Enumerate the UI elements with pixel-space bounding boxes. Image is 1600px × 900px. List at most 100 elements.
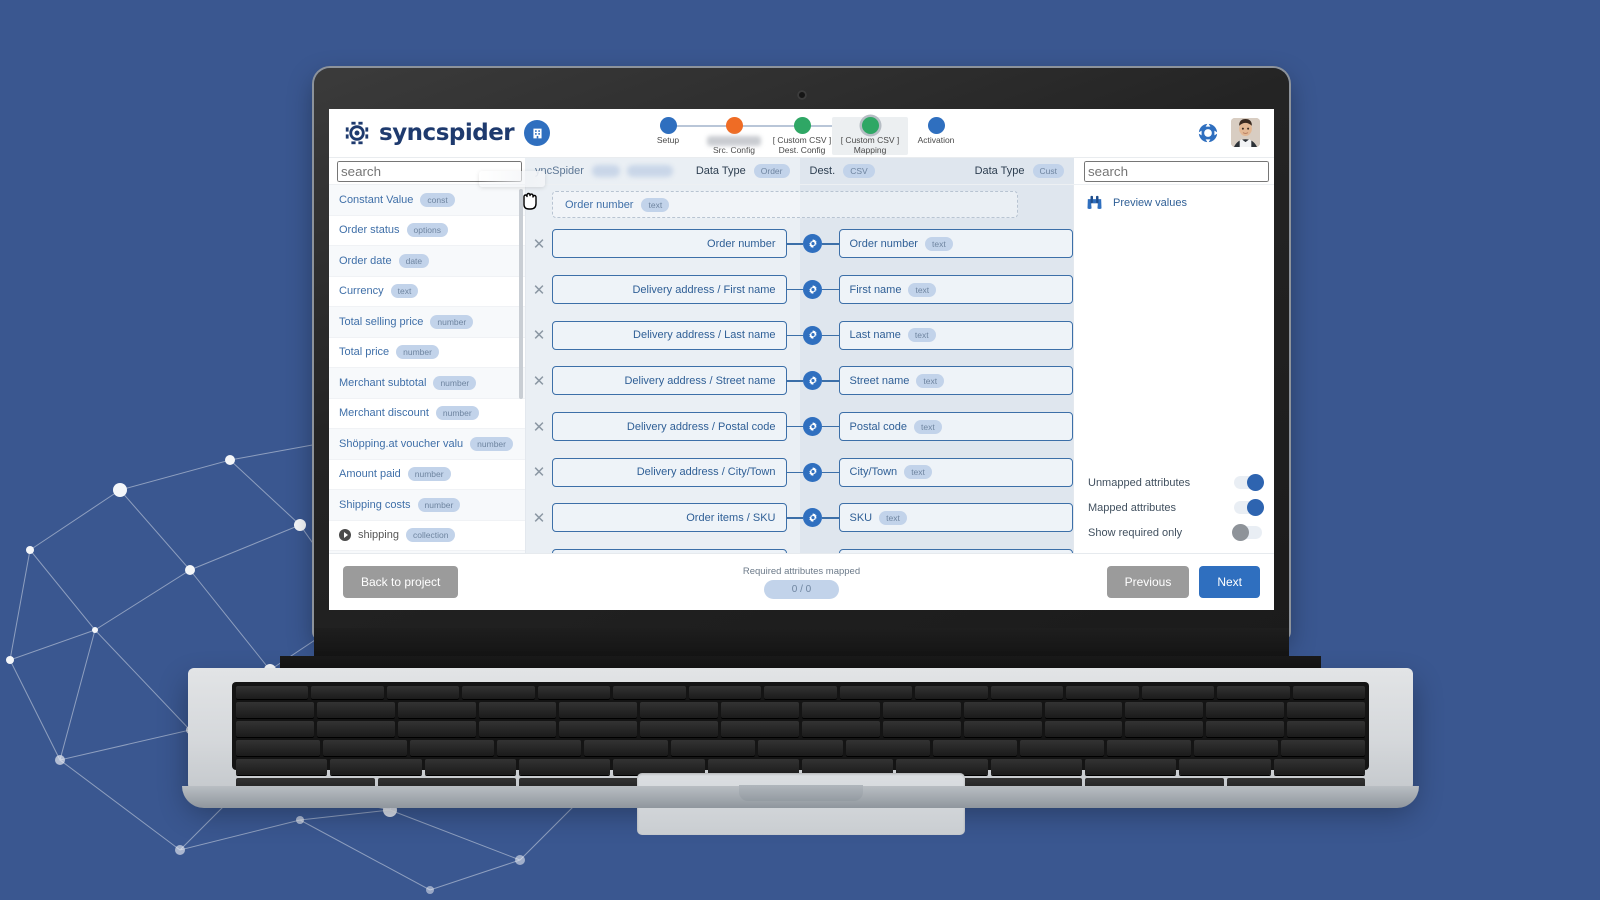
- source-field-box[interactable]: Order items / SKU: [552, 503, 787, 533]
- dest-field-box[interactable]: SKU text: [838, 503, 1073, 533]
- dest-field-box[interactable]: Order number text: [838, 229, 1073, 259]
- toggle-switch[interactable]: [1232, 524, 1262, 541]
- attribute-type-badge: number: [435, 406, 479, 421]
- right-search-row[interactable]: [1074, 160, 1274, 182]
- source-attribute-row[interactable]: Payment costsnumber: [329, 551, 525, 553]
- dest-field-box[interactable]: First name text: [838, 275, 1073, 305]
- keyboard-key: [316, 721, 395, 737]
- remove-mapping-button[interactable]: ✕: [526, 326, 552, 344]
- step-dest-config[interactable]: [ Custom CSV ] Dest. Config: [764, 117, 840, 155]
- source-field-box[interactable]: Order number: [552, 229, 787, 259]
- step-mapping[interactable]: [ Custom CSV ] Mapping: [832, 117, 908, 155]
- next-button[interactable]: Next: [1199, 566, 1260, 598]
- source-attribute-row[interactable]: Order date date: [329, 246, 525, 277]
- toggle-switch[interactable]: [1234, 499, 1264, 516]
- workflow-stepper: Setup [ Shopping.at ] Src. Config: [640, 113, 954, 157]
- source-field-box[interactable]: Delivery address / City/Town: [552, 457, 787, 487]
- attribute-name: Order date: [339, 254, 392, 267]
- remove-mapping-button[interactable]: ✕: [526, 281, 552, 299]
- attribute-name: Total selling price: [339, 315, 424, 328]
- step-src-config[interactable]: [ Shopping.at ] Src. Config: [696, 117, 772, 155]
- step-label-bottom: Dest. Config: [778, 144, 826, 155]
- source-attribute-list[interactable]: Constant Value const Order status options Or…: [329, 185, 525, 553]
- step-activation[interactable]: Activation: [898, 117, 974, 146]
- lifebuoy-help-icon[interactable]: [1197, 122, 1219, 144]
- dest-field-box[interactable]: Postal code text: [838, 412, 1073, 442]
- drag-ghost: [479, 171, 545, 187]
- remove-mapping-button[interactable]: ✕: [526, 235, 552, 253]
- source-field-name: Delivery address / Postal code: [626, 420, 776, 433]
- laptop-base: [182, 668, 1419, 835]
- attribute-name: Merchant subtotal: [339, 376, 427, 389]
- source-badge2-redacted: [626, 165, 673, 177]
- brand-logo[interactable]: syncspider: [329, 119, 515, 147]
- source-attribute-row[interactable]: Total selling price number: [329, 307, 525, 338]
- source-attribute-row[interactable]: Amount paid number: [329, 460, 525, 490]
- step-dot: [793, 117, 811, 134]
- toggle-label: Unmapped attributes: [1088, 476, 1191, 489]
- source-field-box[interactable]: Delivery address / Street name: [552, 366, 787, 396]
- keyboard-key: [478, 702, 557, 718]
- attribute-type-badge: number: [407, 467, 451, 482]
- attribute-type-badge: number: [430, 314, 474, 329]
- laptop-front-notch: [738, 785, 863, 801]
- source-attribute-row[interactable]: Merchant discount number: [329, 399, 525, 429]
- remove-mapping-button[interactable]: ✕: [526, 509, 552, 527]
- connector-line-right: [822, 334, 839, 336]
- source-attribute-row[interactable]: Shöpping.at voucher valu number: [329, 429, 525, 460]
- source-attribute-row[interactable]: Currency text: [329, 277, 525, 307]
- keyboard-key: [559, 702, 638, 718]
- step-setup[interactable]: Setup: [630, 117, 706, 146]
- source-field-box[interactable]: Delivery address / First name: [552, 275, 787, 305]
- attribute-type-badge: text: [390, 284, 419, 299]
- gear-icon[interactable]: [803, 280, 822, 300]
- back-to-project-button[interactable]: Back to project: [343, 566, 459, 598]
- dest-data-type-label: Data Type: [974, 165, 1025, 177]
- connector-line-right: [822, 243, 839, 245]
- dest-field-box[interactable]: Street name text: [838, 366, 1073, 396]
- gear-icon[interactable]: [803, 234, 822, 254]
- source-field-box[interactable]: Delivery address / Postal code: [552, 412, 787, 442]
- attribute-name: Shöpping.at voucher valu: [339, 437, 464, 450]
- remove-mapping-button[interactable]: ✕: [526, 463, 552, 481]
- gear-icon[interactable]: [803, 508, 822, 528]
- source-attribute-row[interactable]: Shipping costs number: [329, 490, 525, 521]
- attribute-name: Currency: [339, 285, 384, 298]
- source-attribute-row[interactable]: Merchant subtotal number: [329, 368, 525, 399]
- source-field-box[interactable]: Delivery address / Last name: [552, 320, 787, 350]
- source-attribute-row[interactable]: shipping collection: [329, 521, 525, 551]
- step-dot-active: [861, 117, 879, 134]
- right-panel-bottom-pad: [1074, 545, 1274, 553]
- filter-toggle-row[interactable]: Show required only: [1074, 520, 1274, 545]
- remove-mapping-button[interactable]: ✕: [526, 418, 552, 436]
- mapping-rows: ✕ Order number Order number text ✕ Delivery a…: [526, 185, 1073, 579]
- gear-icon[interactable]: [803, 462, 822, 482]
- dest-field-box[interactable]: Last name text: [838, 320, 1073, 350]
- attribute-type-badge: const: [420, 192, 455, 207]
- source-attribute-row[interactable]: Constant Value const: [329, 185, 525, 216]
- gear-icon[interactable]: [803, 325, 822, 345]
- connector-line-left: [786, 425, 803, 428]
- organization-icon[interactable]: [524, 120, 551, 146]
- gear-icon[interactable]: [803, 417, 822, 437]
- previous-button[interactable]: Previous: [1106, 566, 1190, 598]
- expand-collection-icon[interactable]: [339, 529, 351, 542]
- right-search-input[interactable]: [1084, 160, 1269, 182]
- remove-mapping-button[interactable]: ✕: [526, 372, 552, 390]
- source-attribute-row[interactable]: Order status options: [329, 216, 525, 246]
- keyboard-key: [839, 686, 913, 699]
- user-avatar[interactable]: [1231, 118, 1260, 147]
- filter-toggle-row[interactable]: Unmapped attributes: [1074, 470, 1274, 495]
- toggle-switch[interactable]: [1234, 474, 1264, 491]
- gear-icon[interactable]: [803, 371, 822, 391]
- filter-toggle-row[interactable]: Mapped attributes: [1074, 495, 1274, 520]
- preview-values-action[interactable]: Preview values: [1074, 185, 1274, 220]
- dest-field-box[interactable]: City/Town text: [838, 457, 1073, 487]
- keyboard-key: [1217, 686, 1290, 699]
- step-dot: [659, 117, 677, 134]
- connector-line-left: [786, 380, 803, 382]
- source-attribute-row[interactable]: Total price number: [329, 338, 525, 368]
- mapping-row: ✕ Delivery address / Postal code Postal co…: [526, 404, 1073, 450]
- dest-label: Dest.: [809, 165, 836, 177]
- left-scrollbar[interactable]: [519, 189, 523, 399]
